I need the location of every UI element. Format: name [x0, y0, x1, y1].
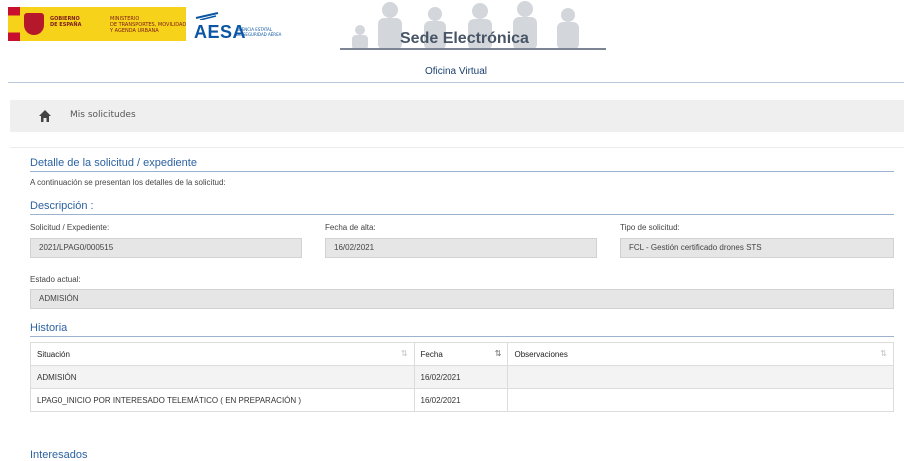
breadcrumb: Mis solicitudes: [10, 100, 904, 132]
sort-icon[interactable]: ⇅: [401, 349, 408, 358]
sede-banner: Sede Electrónica: [340, 0, 606, 50]
tipo-solicitud-field: FCL - Gestión certificado drones STS: [620, 238, 894, 258]
sort-desc-icon[interactable]: ⇅: [495, 349, 502, 358]
ministry-text: MINISTERIO DE TRANSPORTES, MOVILIDAD Y A…: [110, 16, 187, 34]
history-title: Historia: [30, 322, 68, 334]
solicitud-field: 2021/LPAG0/000515: [30, 238, 302, 258]
cell-fecha: 16/02/2021: [413, 365, 509, 389]
estado-field: ADMISIÓN: [30, 289, 894, 309]
aesa-wing-icon: [195, 12, 219, 20]
history-divider: [30, 336, 894, 337]
cell-observaciones: [507, 365, 894, 389]
description-title: Descripción :: [30, 200, 94, 212]
government-text: GOBIERNO DE ESPAÑA: [50, 16, 82, 28]
cell-situacion: LPAG0_INICIO POR INTERESADO TELEMÁTICO (…: [30, 388, 415, 412]
history-table: Situación ⇅ Fecha ⇅ Observaciones ⇅ ADMISIÓ…: [30, 342, 894, 412]
column-header-observaciones[interactable]: Observaciones ⇅: [507, 342, 894, 366]
detail-intro: A continuación se presentan los detalles…: [30, 178, 226, 187]
office-title: Oficina Virtual: [8, 62, 904, 83]
sort-icon[interactable]: ⇅: [880, 349, 887, 358]
tipo-solicitud-label: Tipo de solicitud:: [620, 223, 680, 232]
coat-of-arms-icon: [24, 13, 44, 35]
detail-title: Detalle de la solicitud / expediente: [30, 157, 197, 169]
sede-title: Sede Electrónica: [400, 30, 529, 47]
site-header: GOBIERNO DE ESPAÑA MINISTERIO DE TRANSPO…: [0, 0, 904, 56]
cell-observaciones: [507, 388, 894, 412]
estado-label: Estado actual:: [30, 275, 81, 284]
interesados-title: Interesados: [30, 449, 88, 461]
cell-fecha: 16/02/2021: [413, 388, 509, 412]
table-row: LPAG0_INICIO POR INTERESADO TELEMÁTICO (…: [30, 388, 894, 412]
cell-situacion: ADMISIÓN: [30, 365, 415, 389]
fecha-alta-label: Fecha de alta:: [325, 223, 376, 232]
table-row: ADMISIÓN 16/02/2021: [30, 365, 894, 389]
description-divider: [30, 214, 894, 215]
home-icon[interactable]: [38, 109, 52, 123]
government-logo[interactable]: GOBIERNO DE ESPAÑA MINISTERIO DE TRANSPO…: [8, 7, 186, 41]
column-header-situacion[interactable]: Situación ⇅: [30, 342, 415, 366]
spain-flag-icon: [8, 7, 20, 41]
aesa-subtitle: AGENCIA ESTATAL DE SEGURIDAD AÉREA: [236, 27, 282, 37]
history-header-row: Situación ⇅ Fecha ⇅ Observaciones ⇅: [30, 342, 894, 366]
fecha-alta-field: 16/02/2021: [325, 238, 597, 258]
column-header-fecha[interactable]: Fecha ⇅: [413, 342, 509, 366]
solicitud-label: Solicitud / Expediente:: [30, 223, 110, 232]
sede-underline: [340, 48, 606, 50]
detail-title-divider: [30, 171, 894, 172]
breadcrumb-item-mis-solicitudes[interactable]: Mis solicitudes: [70, 110, 136, 120]
